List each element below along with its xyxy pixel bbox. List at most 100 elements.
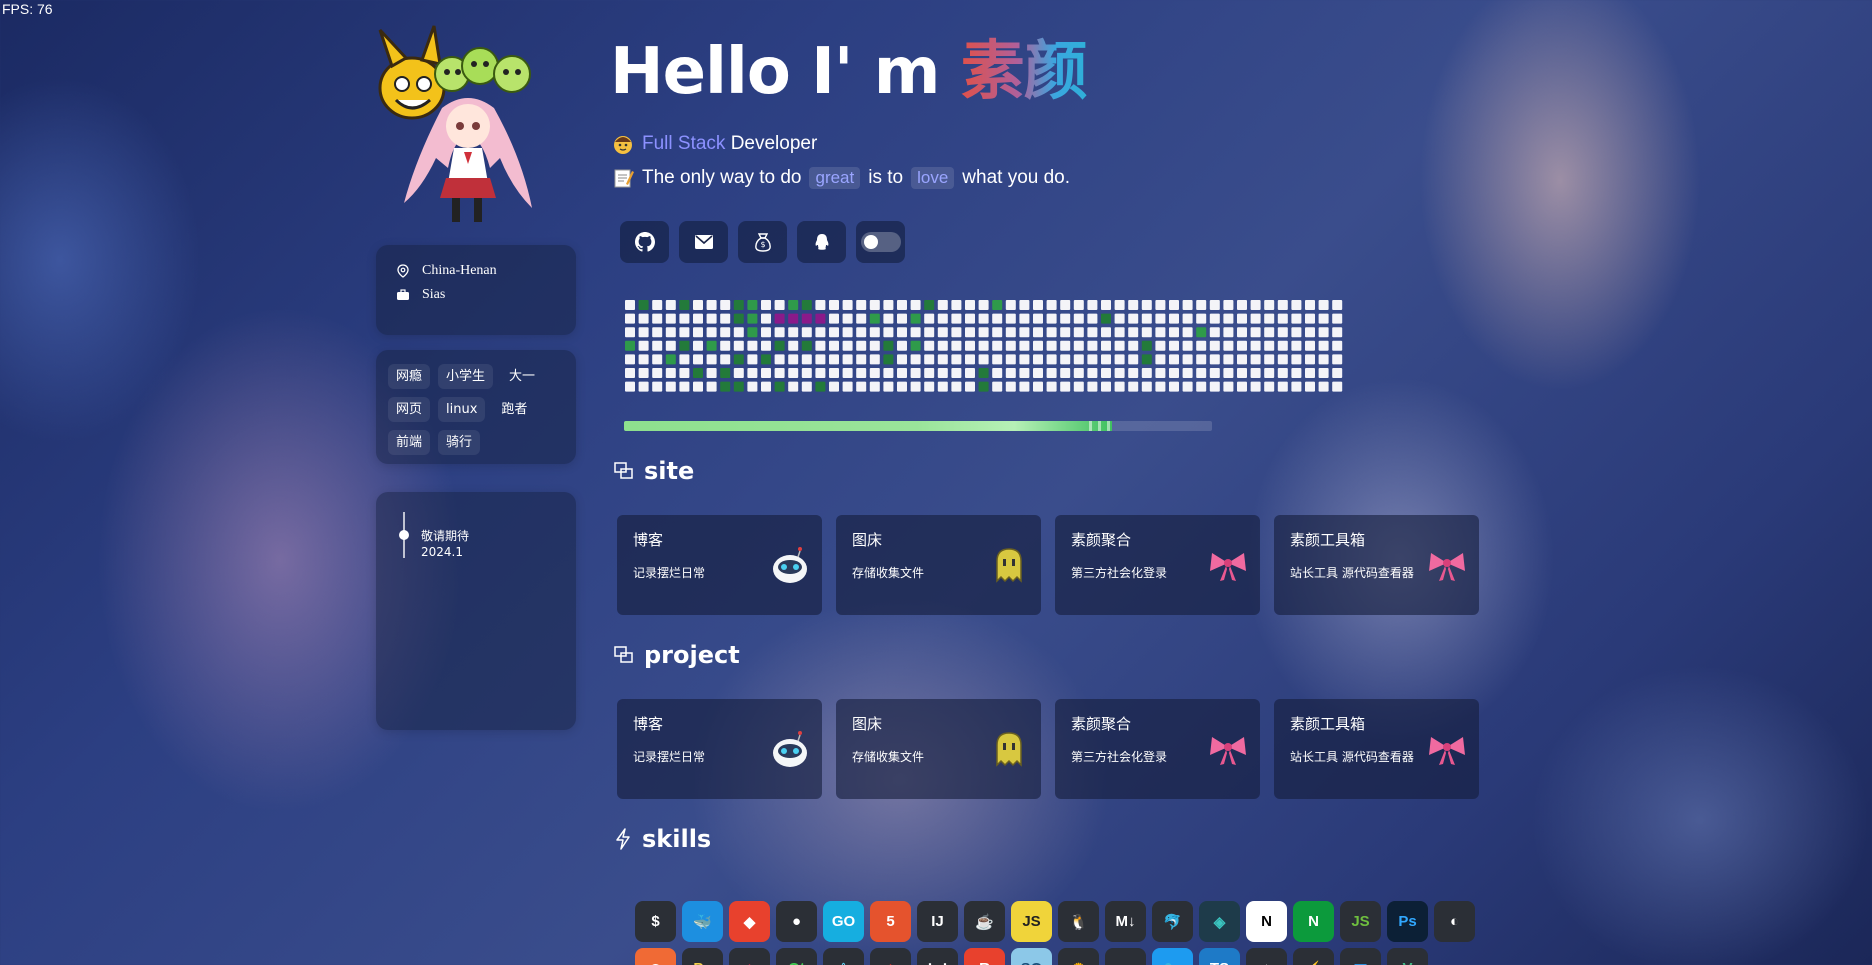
progress-divider bbox=[1089, 421, 1092, 431]
ghost-icon bbox=[996, 732, 1022, 767]
project-card-imagebed[interactable]: 图床 存储收集文件 bbox=[836, 699, 1041, 799]
contribution-cell bbox=[856, 354, 867, 365]
contribution-cell bbox=[1291, 340, 1302, 351]
qt-icon[interactable]: Qt bbox=[776, 948, 817, 965]
project-card-aggregate[interactable]: 素颜聚合 第三方社会化登录 bbox=[1055, 699, 1260, 799]
vercel-icon[interactable]: ▲ bbox=[1246, 948, 1287, 965]
contribution-cell bbox=[1019, 327, 1030, 338]
contribution-cell bbox=[1209, 354, 1220, 365]
contribution-cell bbox=[992, 340, 1003, 351]
rust-icon[interactable]: R bbox=[964, 948, 1005, 965]
nextjs-icon[interactable]: N bbox=[1246, 901, 1287, 942]
nodejs-icon[interactable]: JS bbox=[1340, 901, 1381, 942]
contribution-cell bbox=[978, 354, 989, 365]
contribution-cell bbox=[1332, 368, 1343, 378]
contribution-cell bbox=[1305, 354, 1315, 365]
contribution-cell bbox=[1033, 327, 1043, 338]
theme-toggle-button[interactable] bbox=[856, 221, 905, 263]
contribution-cell bbox=[1223, 354, 1234, 365]
react-icon[interactable]: ⚛ bbox=[823, 948, 864, 965]
fps-counter: FPS: 76 bbox=[2, 1, 53, 17]
tailwind-icon[interactable]: ~ bbox=[1105, 948, 1146, 965]
contribution-cell bbox=[788, 327, 799, 338]
raspberry-icon[interactable]: ◆ bbox=[729, 948, 770, 965]
progress-divider bbox=[1098, 421, 1101, 431]
contribution-cell bbox=[883, 381, 894, 392]
site-card-imagebed[interactable]: 图床 存储收集文件 bbox=[836, 515, 1041, 615]
java-icon[interactable]: ☕ bbox=[964, 901, 1005, 942]
git-icon[interactable]: ◆ bbox=[729, 901, 770, 942]
theme-toggle[interactable] bbox=[860, 232, 901, 252]
contribution-cell bbox=[720, 340, 731, 351]
contribution-cell bbox=[774, 300, 785, 310]
site-card-toolbox[interactable]: 素颜工具箱 站长工具 源代码查看器 bbox=[1274, 515, 1479, 615]
idea-icon[interactable]: IJ bbox=[917, 901, 958, 942]
contribution-cell bbox=[733, 354, 744, 365]
redis-icon[interactable]: ◆ bbox=[870, 948, 911, 965]
contribution-cell bbox=[1169, 327, 1179, 338]
mysql-icon[interactable]: 🐬 bbox=[1152, 901, 1193, 942]
timeline-entry: 敬请期待 2024.1 bbox=[421, 528, 469, 560]
contribution-cell bbox=[951, 381, 962, 392]
qq-button[interactable] bbox=[797, 221, 846, 263]
contribution-cell bbox=[1114, 368, 1125, 378]
site-card-blog[interactable]: 博客 记录摆烂日常 bbox=[617, 515, 822, 615]
contribution-cell bbox=[1264, 300, 1275, 310]
github-button[interactable] bbox=[620, 221, 669, 263]
contribution-cell bbox=[937, 327, 948, 338]
svelte-icon[interactable]: ✺ bbox=[1058, 948, 1099, 965]
contribution-cell bbox=[924, 354, 935, 365]
github-icon[interactable]: ● bbox=[776, 901, 817, 942]
quote-part-2: is to bbox=[868, 167, 904, 188]
github-icon bbox=[634, 232, 655, 252]
markdown-icon[interactable]: M↓ bbox=[1105, 901, 1146, 942]
nginx-icon[interactable]: N bbox=[1293, 901, 1334, 942]
contribution-cell bbox=[1223, 368, 1234, 378]
js-icon[interactable]: JS bbox=[1011, 901, 1052, 942]
twitter-icon[interactable]: 🐦 bbox=[1152, 948, 1193, 965]
contribution-cell bbox=[638, 300, 649, 310]
bash-icon[interactable]: $ bbox=[635, 901, 676, 942]
python-icon[interactable]: Py bbox=[682, 948, 723, 965]
contribution-cell bbox=[1318, 340, 1329, 351]
sqlite-icon[interactable]: SQ bbox=[1011, 948, 1052, 965]
photoshop-icon[interactable]: Ps bbox=[1387, 901, 1428, 942]
contribution-cell bbox=[774, 381, 785, 392]
contribution-cell bbox=[1223, 300, 1234, 310]
html5-icon[interactable]: 5 bbox=[870, 901, 911, 942]
contribution-cell bbox=[883, 354, 894, 365]
vite-icon[interactable]: ⚡ bbox=[1293, 948, 1334, 965]
contribution-cell bbox=[1060, 381, 1071, 392]
typescript-icon[interactable]: TS bbox=[1199, 948, 1240, 965]
donate-button[interactable]: $ bbox=[738, 221, 787, 263]
project-card-blog[interactable]: 博客 记录摆烂日常 bbox=[617, 699, 822, 799]
contribution-cell bbox=[1182, 381, 1193, 392]
email-button[interactable] bbox=[679, 221, 728, 263]
contribution-cell bbox=[788, 368, 799, 378]
linux-icon[interactable]: 🐧 bbox=[1058, 901, 1099, 942]
postman-icon[interactable]: ◉ bbox=[635, 948, 676, 965]
go-icon[interactable]: GO bbox=[823, 901, 864, 942]
tag: 小学生 bbox=[438, 364, 494, 389]
contribution-cell bbox=[883, 300, 894, 310]
site-card-aggregate[interactable]: 素颜聚合 第三方社会化登录 bbox=[1055, 515, 1260, 615]
dots-icon[interactable]: ⋮⋮ bbox=[917, 948, 958, 965]
contribution-cell bbox=[1005, 354, 1016, 365]
netlify-icon[interactable]: ◈ bbox=[1199, 901, 1240, 942]
vue-icon[interactable]: V bbox=[1387, 948, 1428, 965]
contribution-cell bbox=[761, 340, 771, 351]
contribution-cell bbox=[720, 368, 731, 378]
contribution-cell bbox=[665, 300, 676, 310]
project-card-toolbox[interactable]: 素颜工具箱 站长工具 源代码查看器 bbox=[1274, 699, 1479, 799]
contribution-cell bbox=[965, 313, 975, 324]
contribution-cell bbox=[774, 340, 785, 351]
contribution-cell bbox=[1196, 340, 1207, 351]
contribution-cell bbox=[1073, 300, 1084, 310]
planetscale-icon[interactable]: ◐ bbox=[1434, 901, 1475, 942]
contribution-cell bbox=[625, 340, 635, 351]
contribution-cell bbox=[992, 327, 1003, 338]
docker-icon[interactable]: 🐳 bbox=[682, 901, 723, 942]
contribution-cell bbox=[679, 300, 690, 310]
vscode-icon[interactable]: ◥ bbox=[1340, 948, 1381, 965]
contribution-cell bbox=[1277, 313, 1288, 324]
